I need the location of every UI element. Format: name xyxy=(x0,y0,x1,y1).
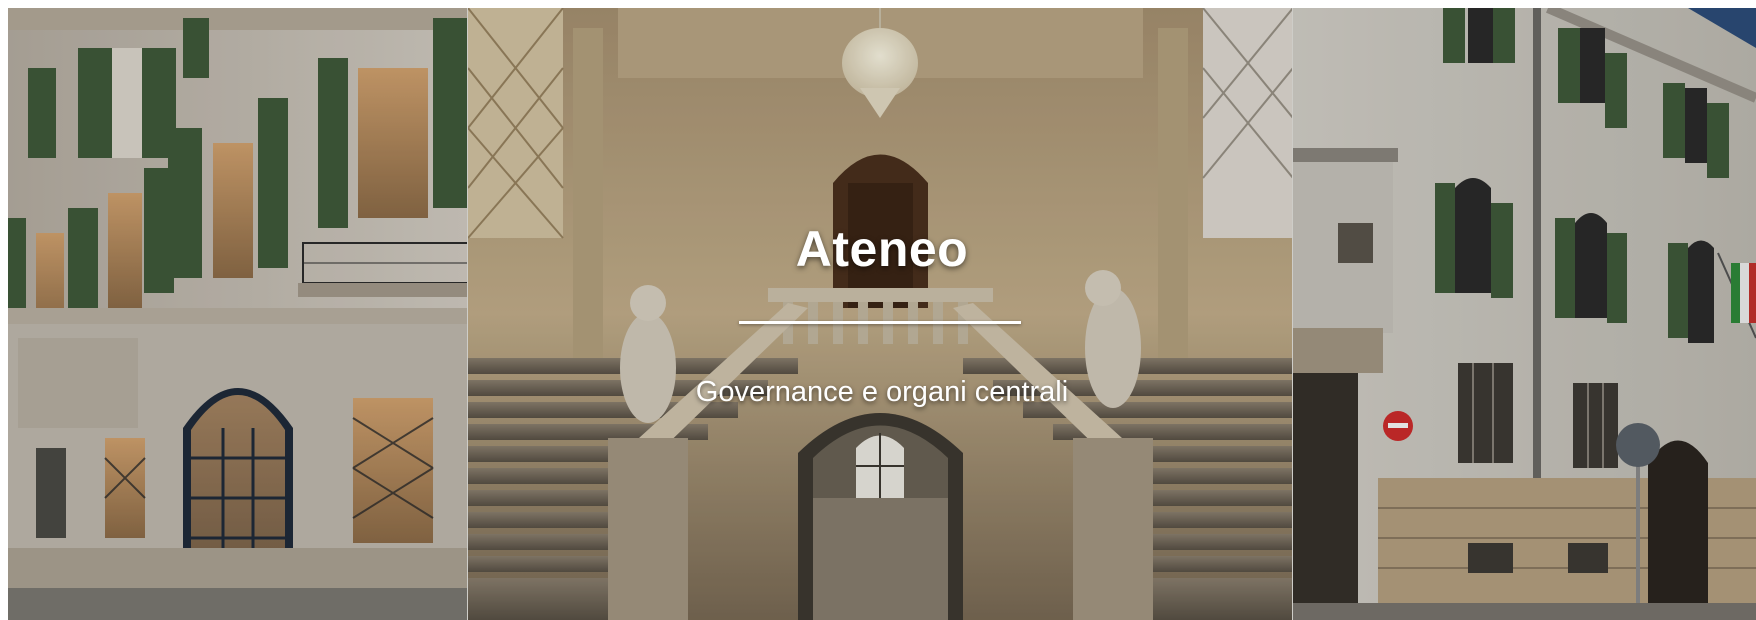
building-facade-left-image xyxy=(8,8,468,620)
building-facade-right-image xyxy=(1293,8,1756,620)
page-subtitle: Governance e organi centrali xyxy=(695,376,1069,408)
hero-banner: Ateneo Governance e organi centrali xyxy=(8,8,1756,620)
staircase-interior-image xyxy=(468,8,1293,620)
title-underline xyxy=(739,321,1021,324)
page-title: Ateneo xyxy=(795,221,969,277)
